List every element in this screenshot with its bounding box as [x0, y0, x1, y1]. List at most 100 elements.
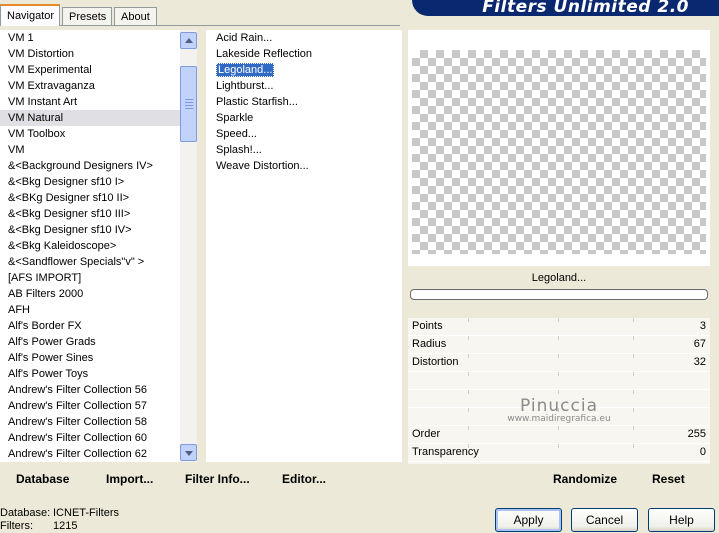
category-list[interactable]: VM 1 VM Distortion VM Experimental VM Extra…: [0, 30, 180, 462]
scroll-down-button[interactable]: [180, 444, 197, 461]
category-item[interactable]: VM Instant Art: [0, 94, 180, 110]
reset-button[interactable]: Reset: [652, 470, 685, 488]
category-item[interactable]: Andrew's Filter Collection 58: [0, 414, 180, 430]
param-tick: [558, 444, 559, 448]
title-banner: Filters Unlimited 2.0: [412, 0, 719, 17]
category-item[interactable]: AFH: [0, 302, 180, 318]
filter-item-label: Sparkle: [216, 112, 254, 124]
category-item[interactable]: VM: [0, 142, 180, 158]
import-button[interactable]: Import...: [106, 470, 153, 488]
filter-item-label: Legoland...: [216, 63, 275, 77]
param-name: Distortion: [412, 356, 459, 368]
param-tick: [558, 390, 559, 394]
category-item[interactable]: VM Experimental: [0, 62, 180, 78]
randomize-button[interactable]: Randomize: [553, 470, 617, 488]
param-tick: [633, 444, 634, 448]
filter-item[interactable]: Splash!...: [206, 142, 402, 158]
param-row[interactable]: Transparency 0: [408, 444, 710, 462]
filter-item[interactable]: Acid Rain...: [206, 30, 402, 46]
param-row[interactable]: Points 3: [408, 318, 710, 336]
param-row[interactable]: Distortion 32: [408, 354, 710, 372]
filter-item[interactable]: Plastic Starfish...: [206, 94, 402, 110]
chevron-up-icon: [185, 38, 193, 43]
category-item[interactable]: Alf's Border FX: [0, 318, 180, 334]
category-item[interactable]: VM Natural: [0, 110, 180, 126]
editor-button[interactable]: Editor...: [282, 470, 326, 488]
filter-item-label: Acid Rain...: [216, 32, 273, 44]
filter-item-label: Splash!...: [216, 144, 262, 156]
category-item[interactable]: &<Background Designers IV>: [0, 158, 180, 174]
param-tick: [558, 426, 559, 430]
database-button[interactable]: Database: [16, 470, 69, 488]
cancel-button[interactable]: Cancel: [571, 508, 638, 532]
tab-presets[interactable]: Presets: [62, 7, 112, 25]
filter-item-label: Lightburst...: [216, 80, 274, 92]
filter-item[interactable]: Lakeside Reflection: [206, 46, 402, 62]
category-item[interactable]: &<Bkg Designer sf10 III>: [0, 206, 180, 222]
param-row[interactable]: [408, 372, 710, 390]
filter-item-label: Weave Distortion...: [216, 160, 309, 172]
param-value: 255: [687, 428, 706, 440]
grip-line: [185, 102, 193, 103]
param-value: 67: [693, 338, 706, 350]
scroll-up-button[interactable]: [180, 32, 197, 49]
category-item[interactable]: [AFS IMPORT]: [0, 270, 180, 286]
chevron-down-icon: [185, 451, 193, 456]
category-item[interactable]: VM 1: [0, 30, 180, 46]
param-value: 3: [699, 320, 706, 332]
category-item[interactable]: AB Filters 2000: [0, 286, 180, 302]
apply-button[interactable]: Apply: [495, 508, 562, 532]
param-tick: [468, 336, 469, 340]
status-database-value: ICNET-Filters: [53, 507, 119, 519]
watermark-url: www.maidiregrafica.eu: [507, 414, 611, 424]
watermark-name: Pinuccia: [520, 396, 598, 416]
watermark: Pinuccia www.maidiregrafica.eu: [410, 396, 708, 424]
filter-item[interactable]: Speed...: [206, 126, 402, 142]
filter-item[interactable]: Legoland...: [206, 62, 402, 78]
category-item[interactable]: Andrew's Filter Collection 62: [0, 446, 180, 462]
tab-about[interactable]: About: [114, 7, 157, 25]
status-database-label: Database:: [0, 507, 51, 519]
category-item[interactable]: &<Bkg Designer sf10 IV>: [0, 222, 180, 238]
filter-list[interactable]: Acid Rain... Lakeside Reflection Legoland.…: [206, 30, 402, 462]
tab-navigator[interactable]: Navigator: [0, 4, 60, 26]
category-item[interactable]: Andrew's Filter Collection 56: [0, 382, 180, 398]
filter-info-button[interactable]: Filter Info...: [185, 470, 250, 488]
help-button[interactable]: Help: [648, 508, 715, 532]
param-tick: [633, 354, 634, 358]
param-name: Radius: [412, 338, 447, 350]
param-row[interactable]: Order 255: [408, 426, 710, 444]
param-value: 32: [693, 356, 706, 368]
param-tick: [633, 318, 634, 322]
category-item[interactable]: VM Distortion: [0, 46, 180, 62]
category-item[interactable]: Alf's Power Sines: [0, 350, 180, 366]
status-database: Database: ICNET-Filters: [0, 507, 119, 519]
filter-item[interactable]: Sparkle: [206, 110, 402, 126]
parameter-panel: Points 3 Radius 67 Distortion 32 Order 255 Trans…: [408, 318, 710, 464]
category-scrollbar[interactable]: [180, 30, 197, 462]
category-item[interactable]: VM Extravaganza: [0, 78, 180, 94]
progress-bar: [410, 289, 708, 300]
preview-filter-name: Legoland...: [531, 272, 587, 284]
category-item[interactable]: Andrew's Filter Collection 60: [0, 430, 180, 446]
scroll-thumb[interactable]: [180, 66, 197, 142]
category-item[interactable]: Alf's Power Toys: [0, 366, 180, 382]
filter-item[interactable]: Lightburst...: [206, 78, 402, 94]
filter-item[interactable]: Weave Distortion...: [206, 158, 402, 174]
category-item[interactable]: Andrew's Filter Collection 57: [0, 398, 180, 414]
preview-panel: [408, 30, 710, 266]
category-item[interactable]: VM Toolbox: [0, 126, 180, 142]
status-filters-label: Filters:: [0, 520, 33, 532]
param-tick: [633, 372, 634, 376]
category-item[interactable]: Alf's Power Grads: [0, 334, 180, 350]
category-item[interactable]: &<BKg Designer sf10 II>: [0, 190, 180, 206]
param-row[interactable]: Radius 67: [408, 336, 710, 354]
category-item[interactable]: &<Sandflower Specials"v" >: [0, 254, 180, 270]
filter-item-label: Plastic Starfish...: [216, 96, 298, 108]
param-name: Points: [412, 320, 443, 332]
tab-bar: Navigator Presets About: [0, 0, 400, 26]
grip-line: [185, 99, 193, 100]
status-filters-value: 1215: [53, 520, 78, 532]
category-item[interactable]: &<Bkg Designer sf10 I>: [0, 174, 180, 190]
category-item[interactable]: &<Bkg Kaleidoscope>: [0, 238, 180, 254]
